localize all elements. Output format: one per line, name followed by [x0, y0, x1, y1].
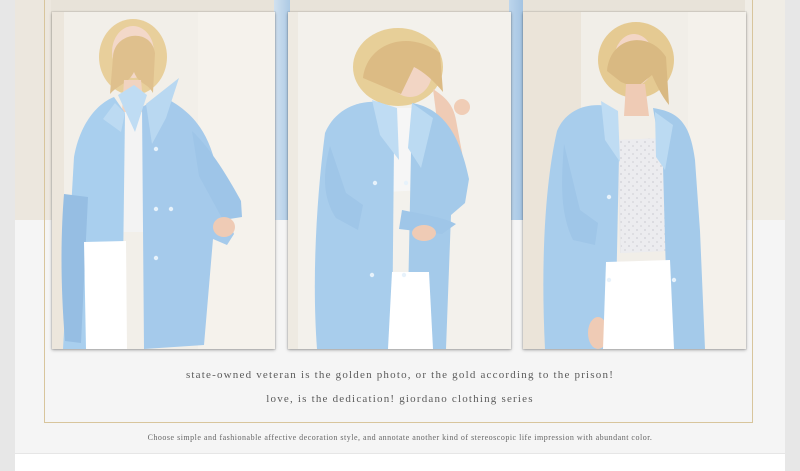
caption-small: Choose simple and fashionable affective …	[147, 433, 653, 442]
product-photo-2-image	[288, 12, 511, 349]
caption-line-2: love, is the dedication! giordano clothi…	[266, 393, 534, 405]
photo-gallery	[0, 0, 800, 360]
caption-line-1: state-owned veteran is the golden photo,…	[185, 369, 615, 381]
product-photo-2	[288, 12, 511, 349]
product-photo-3	[523, 12, 746, 349]
bottom-strip	[15, 453, 785, 471]
product-photo-3-image	[523, 12, 746, 349]
product-photo-1-image	[52, 12, 275, 349]
product-photo-1	[52, 12, 275, 349]
